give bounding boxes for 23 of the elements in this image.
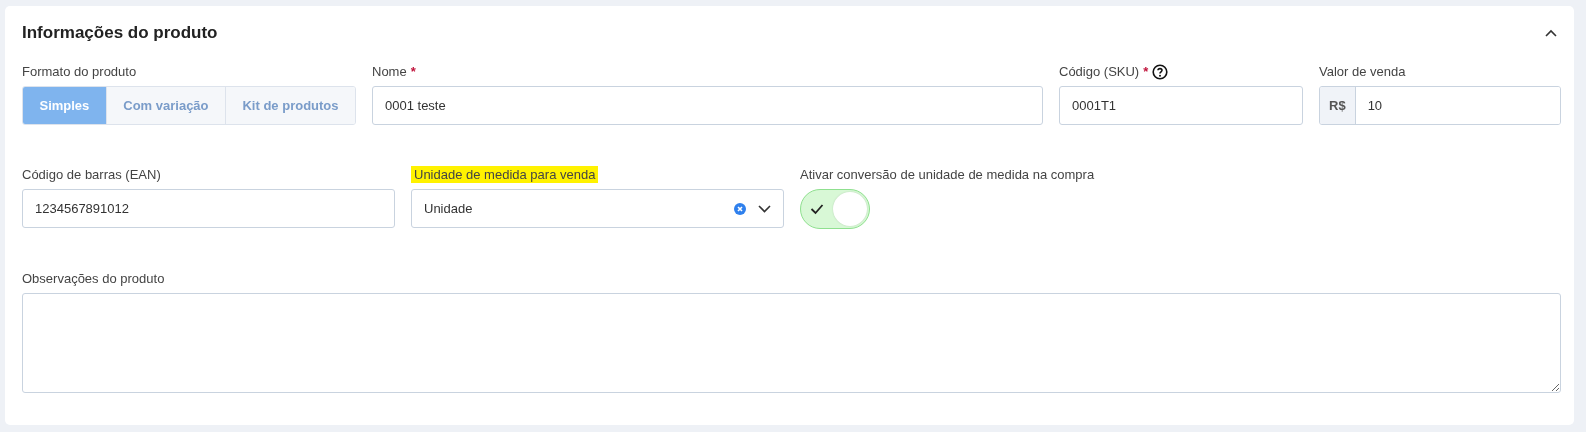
clear-icon[interactable] [734,202,746,215]
field-label: Formato do produto [22,63,137,80]
section-title: Informações do produto [22,23,218,43]
chevron-up-icon [1545,29,1557,37]
check-icon [810,203,824,215]
currency-prefix: R$ [1320,87,1356,124]
required-mark: * [410,63,416,80]
unit-select[interactable]: Unidade [411,189,784,228]
field-label: Código (SKU) [1059,63,1140,80]
field-label: Observações do produto [22,270,165,287]
name-input[interactable]: 0001 teste [372,86,1043,125]
help-icon[interactable] [1152,63,1169,80]
required-mark: * [1143,63,1149,80]
sku-input[interactable]: 0001T1 [1059,86,1303,125]
conversion-toggle[interactable] [800,189,870,229]
field-label: Ativar conversão de unidade de medida na compra [800,166,1095,183]
price-input[interactable]: R$ 10 [1319,86,1561,125]
field-label: Valor de venda [1319,63,1406,80]
field-label: Nome [372,63,407,80]
field-label: Código de barras (EAN) [22,166,161,183]
barcode-input[interactable]: 1234567891012 [22,189,395,228]
field-label: Unidade de medida para venda [411,166,599,183]
chevron-down-icon [758,204,771,213]
